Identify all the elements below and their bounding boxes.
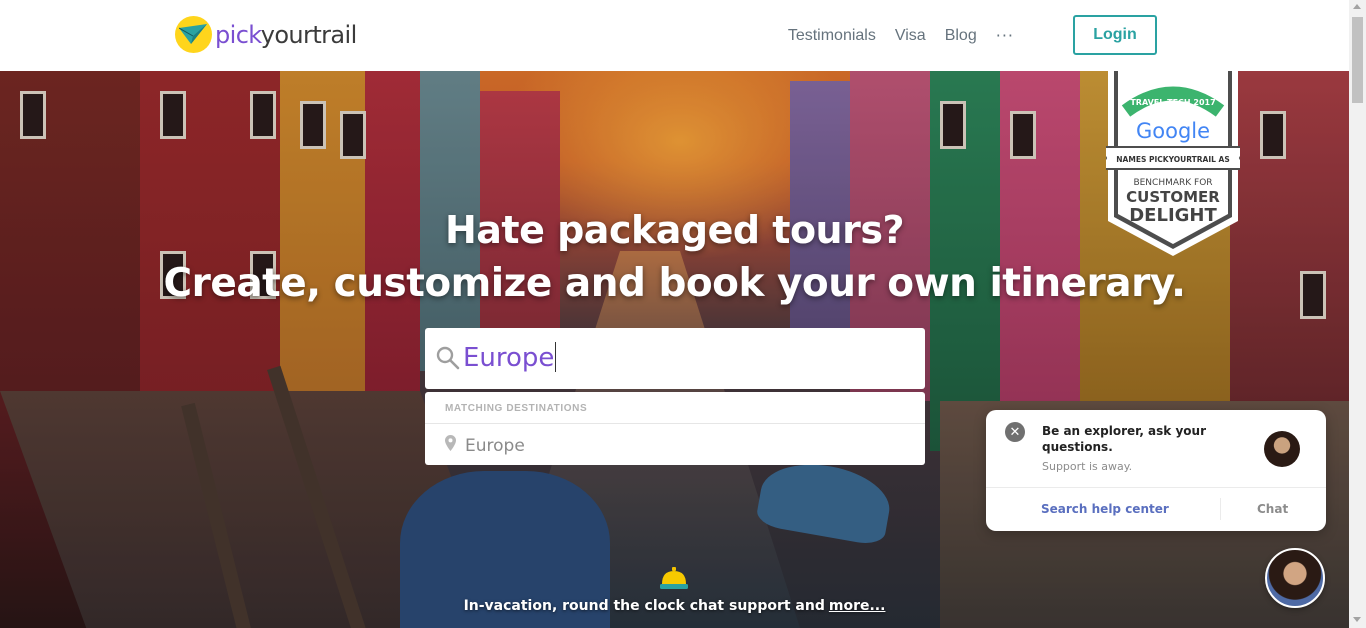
search-suggestions-dropdown: MATCHING DESTINATIONS Europe (425, 392, 925, 465)
scrollbar-thumb[interactable] (1352, 17, 1363, 103)
badge-ribbon-text: NAMES PICKYOURTRAIL AS (1116, 155, 1229, 164)
site-logo[interactable]: pickyourtrail (175, 16, 357, 53)
page-scrollbar[interactable] (1349, 0, 1366, 628)
badge-line-travel-tech: TRAVEL TECH 2017 (1130, 98, 1215, 107)
hero-section: Hate packaged tours? Create, customize a… (0, 71, 1349, 628)
chat-divider-vertical (1220, 498, 1221, 520)
chat-button[interactable]: Chat (1257, 502, 1288, 516)
close-icon[interactable]: ✕ (1005, 422, 1025, 442)
main-nav: Testimonials Visa Blog ··· (788, 26, 1014, 45)
search-help-center-button[interactable]: Search help center (1041, 502, 1169, 516)
agent-avatar (1264, 431, 1300, 467)
search-input[interactable]: Europe (463, 342, 557, 373)
nav-link-blog[interactable]: Blog (945, 27, 977, 45)
badge-delight-text: DELIGHT (1129, 205, 1217, 226)
badge-benchmark-text: BENCHMARK FOR (1133, 178, 1212, 188)
award-badge: TRAVEL TECH 2017 Google NAMES PICKYOURTR… (1098, 71, 1248, 256)
chat-popup: ✕ Be an explorer, ask your questions. Su… (986, 410, 1326, 531)
support-more-link[interactable]: more... (829, 598, 886, 614)
chat-title: Be an explorer, ask your questions. (1042, 424, 1206, 454)
scroll-up-arrow-icon[interactable] (1353, 4, 1361, 9)
search-icon (436, 346, 460, 370)
site-header: pickyourtrail Testimonials Visa Blog ···… (0, 0, 1349, 71)
nav-link-visa[interactable]: Visa (895, 27, 926, 45)
logo-wordmark: pickyourtrail (215, 21, 357, 49)
location-pin-icon (445, 435, 456, 451)
suggestions-header: MATCHING DESTINATIONS (425, 392, 925, 424)
chat-status: Support is away. (1042, 460, 1133, 473)
text-caret (555, 342, 557, 372)
suggestion-item[interactable]: Europe (425, 424, 925, 464)
badge-google-wordmark: Google (1136, 119, 1210, 143)
nav-link-testimonials[interactable]: Testimonials (788, 27, 876, 45)
chat-divider (986, 487, 1326, 488)
service-bell-icon (660, 567, 688, 589)
hero-subheadline: Create, customize and book your own itin… (163, 261, 1186, 306)
scroll-down-arrow-icon[interactable] (1353, 617, 1361, 622)
paper-plane-icon (175, 16, 212, 53)
suggestion-label: Europe (465, 436, 525, 456)
support-text: In-vacation, round the clock chat suppor… (463, 598, 825, 614)
destination-search-box[interactable]: Europe (425, 328, 925, 389)
support-banner: In-vacation, round the clock chat suppor… (0, 598, 1349, 614)
logo-text-pick: pick (215, 20, 261, 49)
more-menu-icon[interactable]: ··· (996, 26, 1014, 45)
logo-text-yourtrail: yourtrail (260, 20, 357, 49)
login-button[interactable]: Login (1073, 15, 1157, 55)
search-input-value: Europe (463, 343, 555, 373)
chat-launcher-avatar[interactable] (1265, 548, 1325, 608)
badge-customer-text: CUSTOMER (1126, 188, 1220, 206)
